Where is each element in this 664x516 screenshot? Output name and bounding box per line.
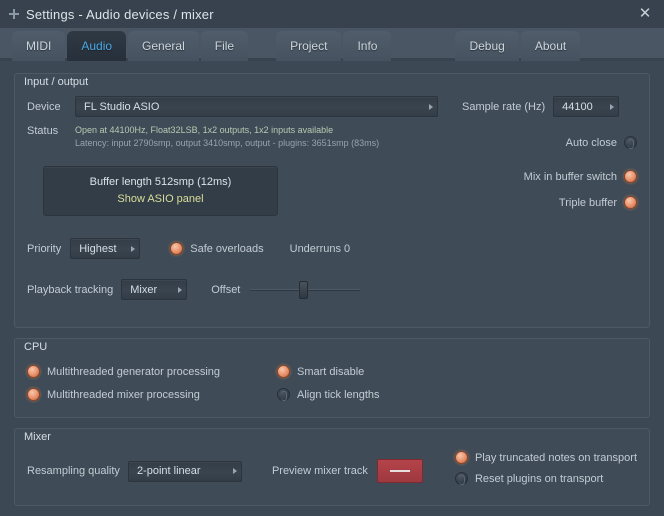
sample-rate-label: Sample rate (Hz) bbox=[462, 100, 546, 113]
title-bar: Settings - Audio devices / mixer ✕ bbox=[0, 0, 664, 28]
buffer-panel[interactable]: Buffer length 512smp (12ms) Show ASIO pa… bbox=[43, 166, 278, 216]
sample-rate-value: 44100 bbox=[562, 100, 593, 113]
status-line-1: Open at 44100Hz, Float32LSB, 1x2 outputs… bbox=[75, 125, 334, 135]
status-text: Open at 44100Hz, Float32LSB, 1x2 outputs… bbox=[75, 124, 379, 150]
window-title: Settings - Audio devices / mixer bbox=[26, 6, 214, 22]
multithreaded-generator-toggle[interactable]: Multithreaded generator processing bbox=[27, 365, 277, 378]
mix-in-buffer-label: Mix in buffer switch bbox=[523, 170, 617, 183]
chevron-right-icon bbox=[131, 245, 136, 252]
multithreaded-mixer-label: Multithreaded mixer processing bbox=[47, 388, 200, 401]
reset-plugins-label: Reset plugins on transport bbox=[474, 472, 604, 485]
status-line-2: Latency: input 2790smp, output 3410smp, … bbox=[75, 138, 380, 149]
plugin-icon bbox=[8, 8, 20, 20]
priority-value: Highest bbox=[79, 242, 117, 255]
input-output-group: Input / output Device FL Studio ASIO Sam… bbox=[14, 73, 650, 328]
preview-mixer-track-label: Preview mixer track bbox=[271, 465, 368, 477]
show-asio-panel-link[interactable]: Show ASIO panel bbox=[54, 193, 267, 205]
priority-row: Priority Highest Safe overloads Underrun… bbox=[27, 238, 637, 259]
priority-dropdown[interactable]: Highest bbox=[70, 238, 141, 259]
device-row: Device FL Studio ASIO Sample rate (Hz) 4… bbox=[27, 96, 637, 117]
tab-about[interactable]: About bbox=[520, 31, 581, 61]
preview-mixer-track-button[interactable] bbox=[376, 459, 423, 483]
align-tick-lengths-toggle[interactable]: Align tick lengths bbox=[277, 388, 380, 401]
offset-slider[interactable] bbox=[250, 280, 361, 299]
playback-tracking-dropdown[interactable]: Mixer bbox=[121, 279, 188, 300]
sample-rate-dropdown[interactable]: 44100 bbox=[553, 96, 620, 117]
multithreaded-mixer-toggle[interactable]: Multithreaded mixer processing bbox=[27, 388, 277, 401]
auto-close-toggle[interactable]: Auto close bbox=[566, 136, 637, 149]
status-label: Status bbox=[27, 125, 59, 137]
priority-label: Priority bbox=[27, 242, 62, 255]
settings-content: Input / output Device FL Studio ASIO Sam… bbox=[0, 61, 664, 516]
mix-in-buffer-knob-icon[interactable] bbox=[624, 170, 637, 183]
tab-audio[interactable]: Audio bbox=[67, 31, 127, 61]
preview-mixer-track-value bbox=[389, 470, 410, 472]
tab-bar: MIDI Audio General File Project Info Deb… bbox=[0, 28, 664, 61]
reset-plugins-knob-icon[interactable] bbox=[454, 472, 468, 485]
multithreaded-generator-label: Multithreaded generator processing bbox=[47, 365, 221, 378]
input-output-title: Input / output bbox=[24, 76, 89, 88]
smart-disable-toggle[interactable]: Smart disable bbox=[277, 365, 364, 378]
mixer-row: Resampling quality 2-point linear Previe… bbox=[27, 451, 637, 485]
triple-buffer-label: Triple buffer bbox=[558, 196, 617, 209]
mix-in-buffer-switch-toggle[interactable]: Mix in buffer switch bbox=[524, 170, 637, 183]
chevron-right-icon bbox=[429, 103, 433, 110]
tab-project[interactable]: Project bbox=[276, 31, 342, 61]
device-value: FL Studio ASIO bbox=[84, 100, 160, 113]
buffer-side-toggles: Mix in buffer switch Triple buffer bbox=[524, 170, 637, 209]
smart-disable-label: Smart disable bbox=[297, 365, 365, 378]
tab-general[interactable]: General bbox=[128, 31, 199, 61]
chevron-right-icon bbox=[178, 286, 183, 293]
offset-slider-handle[interactable] bbox=[298, 280, 308, 299]
tab-debug[interactable]: Debug bbox=[455, 31, 519, 61]
playback-tracking-row: Playback tracking Mixer Offset bbox=[27, 279, 637, 300]
play-truncated-notes-knob-icon[interactable] bbox=[454, 451, 468, 464]
play-truncated-notes-toggle[interactable]: Play truncated notes on transport bbox=[454, 451, 637, 464]
status-row: Status Open at 44100Hz, Float32LSB, 1x2 … bbox=[27, 124, 637, 158]
safe-overloads-knob-icon[interactable] bbox=[170, 242, 184, 255]
offset-label: Offset bbox=[211, 283, 241, 296]
tab-file[interactable]: File bbox=[200, 31, 249, 61]
resampling-quality-value: 2-point linear bbox=[136, 465, 201, 477]
mixer-title: Mixer bbox=[24, 431, 51, 443]
resampling-quality-label: Resampling quality bbox=[27, 465, 120, 477]
transport-toggles: Play truncated notes on transport Reset … bbox=[454, 451, 637, 485]
align-tick-lengths-knob-icon[interactable] bbox=[277, 388, 290, 401]
auto-close-label: Auto close bbox=[565, 136, 617, 149]
buffer-length-text: Buffer length 512smp (12ms) bbox=[89, 176, 232, 188]
safe-overloads-label: Safe overloads bbox=[190, 242, 264, 255]
playback-tracking-value: Mixer bbox=[130, 283, 158, 296]
underruns-counter: Underruns 0 bbox=[289, 242, 351, 255]
cpu-title: CPU bbox=[24, 341, 48, 353]
auto-close-knob-icon[interactable] bbox=[624, 136, 637, 149]
close-icon[interactable]: ✕ bbox=[636, 5, 654, 23]
multithreaded-mixer-knob-icon[interactable] bbox=[27, 388, 40, 401]
cpu-row-2: Multithreaded mixer processing Align tic… bbox=[27, 388, 637, 401]
device-label: Device bbox=[27, 100, 61, 113]
play-truncated-notes-label: Play truncated notes on transport bbox=[474, 451, 637, 464]
buffer-row: Buffer length 512smp (12ms) Show ASIO pa… bbox=[27, 166, 637, 216]
multithreaded-generator-knob-icon[interactable] bbox=[27, 365, 40, 378]
triple-buffer-knob-icon[interactable] bbox=[624, 196, 637, 209]
cpu-row-1: Multithreaded generator processing Smart… bbox=[27, 365, 637, 378]
safe-overloads-toggle[interactable]: Safe overloads bbox=[170, 242, 264, 255]
smart-disable-knob-icon[interactable] bbox=[277, 365, 290, 378]
chevron-right-icon bbox=[610, 103, 615, 110]
reset-plugins-toggle[interactable]: Reset plugins on transport bbox=[454, 472, 637, 485]
triple-buffer-toggle[interactable]: Triple buffer bbox=[559, 196, 637, 209]
align-tick-lengths-label: Align tick lengths bbox=[297, 388, 380, 401]
device-dropdown[interactable]: FL Studio ASIO bbox=[75, 96, 438, 117]
cpu-group: CPU Multithreaded generator processing S… bbox=[14, 338, 650, 418]
tab-info[interactable]: Info bbox=[343, 31, 392, 61]
resampling-quality-dropdown[interactable]: 2-point linear bbox=[127, 460, 242, 482]
mixer-group: Mixer Resampling quality 2-point linear … bbox=[14, 428, 650, 506]
playback-tracking-label: Playback tracking bbox=[27, 283, 114, 296]
tab-midi[interactable]: MIDI bbox=[12, 31, 66, 61]
chevron-right-icon bbox=[232, 468, 237, 474]
